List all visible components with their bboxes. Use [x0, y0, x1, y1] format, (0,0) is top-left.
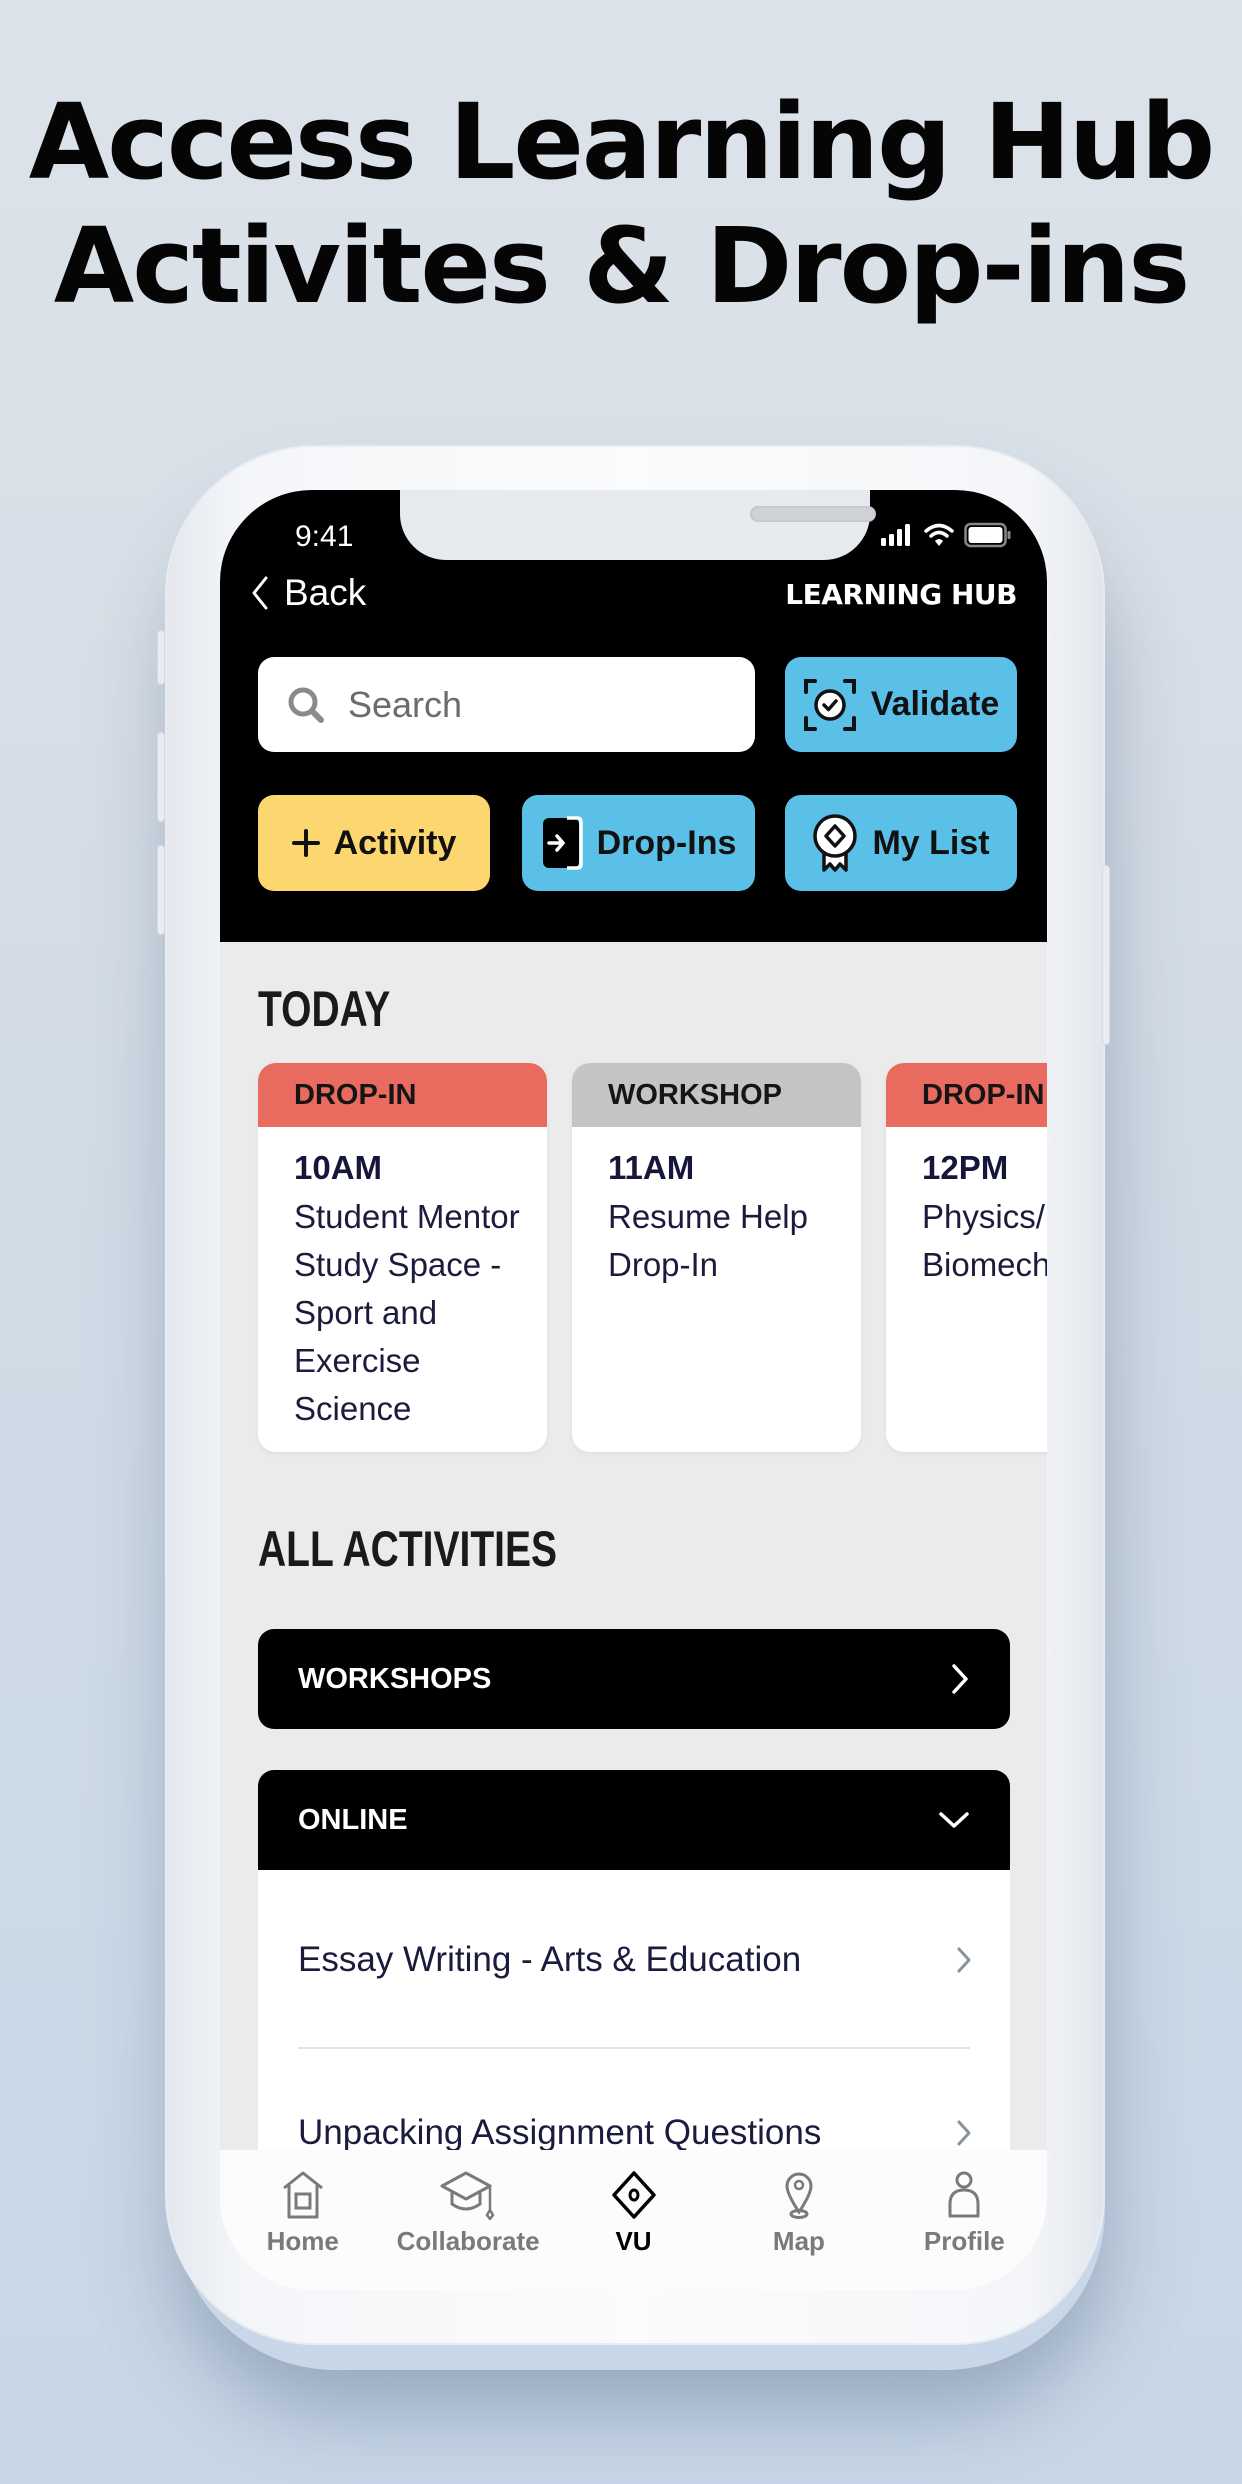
search-input[interactable]	[348, 683, 728, 726]
side-button-volume-down	[157, 845, 165, 935]
back-button[interactable]: Back	[250, 572, 366, 614]
app-screen: 9:41 Back LEARNING HUB Search Validate A…	[220, 490, 1047, 2290]
signal-icon	[881, 524, 910, 546]
list-item-label: Unpacking Assignment Questions	[298, 2113, 822, 2152]
card-type-tag: WORKSHOP	[572, 1063, 861, 1127]
award-badge-icon	[813, 814, 858, 872]
side-button-power	[1102, 865, 1110, 1045]
tab-profile[interactable]: Profile	[882, 2150, 1047, 2290]
today-card[interactable]: DROP-IN 10AM Student Mentor Study Space …	[258, 1063, 547, 1452]
list-item[interactable]: Essay Writing - Arts & Education	[258, 1925, 1010, 1995]
card-type-tag: DROP-IN	[886, 1063, 1047, 1127]
list-item-label: Essay Writing - Arts & Education	[298, 1940, 802, 1979]
headline-line-2: Activites & Drop-ins	[53, 205, 1190, 327]
vu-diamond-icon	[611, 2171, 656, 2219]
tab-label: Home	[266, 2226, 339, 2256]
search-field[interactable]	[258, 657, 755, 752]
tab-map[interactable]: Map	[716, 2150, 881, 2290]
activity-label: Activity	[333, 823, 457, 862]
graduation-cap-icon	[440, 2171, 495, 2220]
chevron-down-icon	[939, 1812, 969, 1828]
list-divider	[298, 2047, 970, 2049]
app-brand-title: LEARNING HUB	[785, 578, 1017, 611]
today-card[interactable]: WORKSHOP 11AM Resume Help Drop-In	[572, 1063, 861, 1452]
all-activities-heading: ALL ACTIVITIES	[258, 1521, 558, 1577]
page-headline: Access Learning Hub Activites & Drop-ins	[0, 80, 1242, 328]
wifi-icon	[924, 523, 954, 546]
category-workshops[interactable]: WORKSHOPS	[258, 1629, 1010, 1729]
person-icon	[948, 2171, 980, 2218]
validate-label: Validate	[870, 685, 1000, 723]
chevron-right-icon	[957, 1947, 971, 1973]
chevron-right-icon	[957, 2120, 971, 2146]
headline-line-1: Access Learning Hub	[28, 81, 1216, 203]
validate-button[interactable]: Validate	[785, 657, 1017, 752]
tab-vu[interactable]: VU	[551, 2150, 716, 2290]
drop-ins-label: Drop-Ins	[596, 823, 737, 862]
tab-label: VU	[615, 2226, 652, 2256]
search-icon	[288, 687, 324, 723]
plus-icon	[291, 829, 320, 857]
speaker-grille	[750, 506, 876, 522]
today-heading: TODAY	[258, 981, 391, 1037]
category-label: WORKSHOPS	[298, 1662, 492, 1695]
tab-collaborate[interactable]: Collaborate	[385, 2150, 550, 2290]
tab-label: Collaborate	[396, 2226, 540, 2256]
category-online[interactable]: ONLINE	[258, 1770, 1010, 1870]
side-button-volume-up	[157, 732, 165, 822]
back-label: Back	[284, 572, 367, 613]
card-time: 12PM	[922, 1149, 1009, 1186]
add-activity-button[interactable]: Activity	[258, 795, 490, 891]
bottom-tab-bar: Home Collaborate VU Map Profile	[220, 2150, 1047, 2290]
tab-home[interactable]: Home	[220, 2150, 385, 2290]
status-icons	[880, 522, 1012, 548]
map-pin-icon	[785, 2172, 813, 2219]
card-type-tag: DROP-IN	[258, 1063, 547, 1127]
tab-label: Map	[772, 2226, 825, 2256]
side-button-mute	[157, 630, 165, 685]
card-title: Student Mentor Study Space - Sport and E…	[294, 1198, 520, 1427]
card-time: 10AM	[294, 1149, 383, 1186]
home-icon	[282, 2171, 323, 2219]
card-time: 11AM	[608, 1149, 695, 1186]
battery-icon	[964, 522, 1011, 548]
chevron-right-icon	[952, 1664, 968, 1694]
device-notch	[400, 490, 876, 560]
app-header: 9:41 Back LEARNING HUB Search Validate A…	[220, 490, 1047, 942]
my-list-label: My List	[872, 823, 990, 862]
category-label: ONLINE	[298, 1803, 408, 1836]
card-title: Resume Help Drop-In	[608, 1198, 808, 1283]
today-card[interactable]: DROP-IN 12PM Physics/ Biomech	[886, 1063, 1047, 1452]
card-title: Physics/ Biomech	[922, 1198, 1047, 1283]
my-list-button[interactable]: My List	[785, 795, 1017, 891]
status-time: 9:41	[295, 520, 354, 553]
scan-check-icon	[803, 678, 856, 731]
tab-label: Profile	[923, 2226, 1005, 2256]
drop-ins-button[interactable]: Drop-Ins	[522, 795, 755, 891]
enter-door-icon	[542, 816, 583, 870]
chevron-left-icon	[252, 576, 268, 610]
